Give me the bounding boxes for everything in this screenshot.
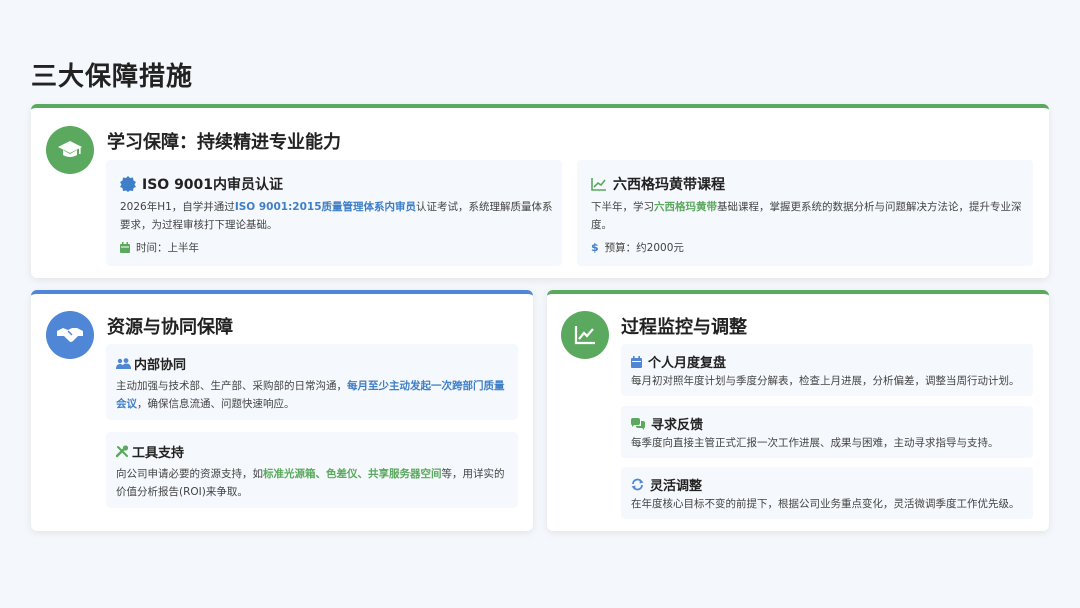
resource-title: 资源与协同保障 — [107, 317, 233, 338]
iso-highlight: ISO 9001:2015质量管理体系内审员 — [234, 201, 417, 213]
iso-title: ISO 9001内审员认证 — [142, 177, 284, 193]
tools-header: 工具支持 — [116, 442, 184, 461]
monitor-item-feedback: 寻求反馈 每季度向直接主管正式汇报一次工作进展、成果与困难，主动寻求指导与支持。 — [621, 406, 1033, 458]
adjust-title: 灵活调整 — [650, 479, 703, 494]
sigma-text: 下半年，学习六西格玛黄带基础课程，掌握更系统的数据分析与问题解决方法论，提升专业… — [591, 198, 1027, 234]
adjust-text: 在年度核心目标不变的前提下，根据公司业务重点变化，灵活微调季度工作优先级。 — [631, 498, 1020, 510]
tools-text-1: 向公司申请必要的资源支持，如 — [116, 468, 263, 480]
review-header: 个人月度复盘 — [631, 352, 726, 371]
internal-box: 内部协同 主动加强与技术部、生产部、采购部的日常沟通，每月至少主动发起一次跨部门… — [106, 344, 518, 420]
tools-hl-1: 标准光源箱 — [263, 468, 316, 480]
line-chart-icon — [591, 178, 606, 191]
internal-header: 内部协同 — [116, 354, 186, 373]
graduation-cap-icon — [46, 126, 94, 174]
sigma-header: 六西格玛黄带课程 — [591, 174, 725, 194]
calendar-icon — [631, 355, 642, 368]
sigma-box: 六西格玛黄带课程 下半年，学习六西格玛黄带基础课程，掌握更系统的数据分析与问题解… — [577, 160, 1033, 266]
monitor-item-review: 个人月度复盘 每月初对照年度计划与季度分解表，检查上月进展，分析偏差，调整当周行… — [621, 344, 1033, 396]
tools-box: 工具支持 向公司申请必要的资源支持，如标准光源箱、色差仪、共享服务器空间等，用详… — [106, 432, 518, 508]
iso-meta: 时间：上半年 — [120, 240, 199, 255]
resource-card: 资源与协同保障 内部协同 主动加强与技术部、生产部、采购部的日常沟通，每月至少主… — [31, 290, 533, 531]
internal-title: 内部协同 — [134, 358, 187, 373]
sync-icon — [631, 478, 644, 491]
internal-text-before: 主动加强与技术部、生产部、采购部的日常沟通， — [116, 380, 347, 392]
users-icon — [116, 358, 131, 369]
monitor-item-adjust: 灵活调整 在年度核心目标不变的前提下，根据公司业务重点变化，灵活微调季度工作优先… — [621, 467, 1033, 519]
iso-box: ISO 9001内审员认证 2026年H1，自学并通过ISO 9001:2015… — [106, 160, 562, 266]
iso-text-before: 2026年H1，自学并通过 — [120, 201, 235, 213]
learning-title: 学习保障：持续精进专业能力 — [107, 132, 341, 153]
internal-text: 主动加强与技术部、生产部、采购部的日常沟通，每月至少主动发起一次跨部门质量会议，… — [116, 377, 512, 413]
internal-text-after: ，确保信息流通、问题快速响应。 — [137, 398, 295, 410]
review-title: 个人月度复盘 — [648, 356, 727, 371]
handshake-icon — [46, 311, 94, 359]
sigma-title: 六西格玛黄带课程 — [613, 177, 725, 193]
tools-hl-3: 共享服务器空间 — [368, 468, 442, 480]
feedback-text: 每季度向直接主管正式汇报一次工作进展、成果与困难，主动寻求指导与支持。 — [631, 437, 999, 449]
learning-card: 学习保障：持续精进专业能力 ISO 9001内审员认证 2026年H1，自学并通… — [31, 104, 1049, 278]
badge-icon — [120, 176, 136, 192]
page-title: 三大保障措施 — [31, 62, 194, 92]
iso-header: ISO 9001内审员认证 — [120, 174, 283, 194]
tools-title: 工具支持 — [132, 446, 185, 461]
tools-hl-2: 色差仪 — [326, 468, 358, 480]
sigma-text-before: 下半年，学习 — [591, 201, 654, 213]
sigma-highlight: 六西格玛黄带 — [654, 201, 717, 213]
calendar-icon — [120, 242, 130, 253]
feedback-header: 寻求反馈 — [631, 414, 703, 433]
feedback-title: 寻求反馈 — [651, 418, 704, 433]
dollar-icon: $ — [591, 241, 599, 254]
review-text: 每月初对照年度计划与季度分解表，检查上月进展，分析偏差，调整当周行动计划。 — [631, 375, 1020, 387]
adjust-header: 灵活调整 — [631, 475, 702, 494]
comments-icon — [631, 417, 645, 430]
chart-icon — [561, 311, 609, 359]
iso-text: 2026年H1，自学并通过ISO 9001:2015质量管理体系内审员认证考试，… — [120, 198, 556, 234]
sigma-meta: $ 预算：约2000元 — [591, 240, 684, 255]
tools-icon — [116, 445, 129, 458]
tools-text: 向公司申请必要的资源支持，如标准光源箱、色差仪、共享服务器空间等，用详实的价值分… — [116, 465, 512, 501]
tools-sep-1: 、 — [315, 468, 327, 480]
iso-meta-text: 时间：上半年 — [136, 242, 199, 254]
tools-sep-2: 、 — [357, 468, 369, 480]
monitor-card: 过程监控与调整 个人月度复盘 每月初对照年度计划与季度分解表，检查上月进展，分析… — [547, 290, 1049, 531]
monitor-title: 过程监控与调整 — [621, 317, 747, 338]
sigma-meta-text: 预算：约2000元 — [604, 242, 684, 254]
